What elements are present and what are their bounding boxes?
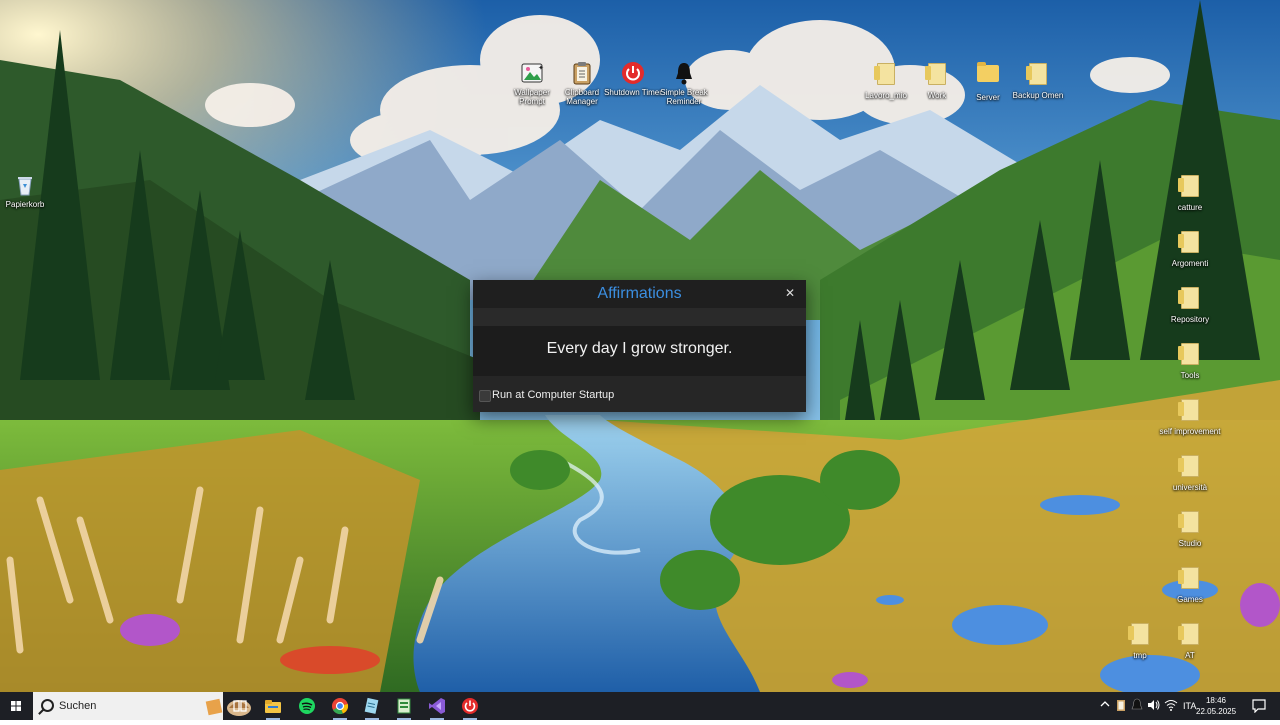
chrome-icon xyxy=(332,698,349,715)
folder-icon xyxy=(1177,623,1203,649)
startup-checkbox-label[interactable]: Run at Computer Startup xyxy=(492,389,614,401)
window-title: Affirmations xyxy=(597,285,682,302)
language-indicator[interactable]: ITA xyxy=(1183,701,1196,711)
taskbar-spreadsheet[interactable] xyxy=(394,696,414,720)
affirmations-window: Affirmations ✕ Every day I grow stronger… xyxy=(473,280,806,412)
desktop-icon-argomenti[interactable]: Argomenti xyxy=(1159,228,1221,268)
tray-overflow-button[interactable] xyxy=(1100,698,1110,712)
folder-icon xyxy=(1177,399,1203,425)
taskbar-spotify[interactable] xyxy=(297,696,317,716)
window-footer: Run at Computer Startup xyxy=(473,376,806,412)
task-view-icon xyxy=(233,700,247,712)
tray-volume[interactable] xyxy=(1147,698,1161,714)
folder-icon xyxy=(1177,231,1203,257)
search-placeholder: Suchen xyxy=(59,700,97,712)
desktop-icon-self-improvement[interactable]: self improvement xyxy=(1159,396,1221,436)
taskbar-search-box[interactable]: Suchen xyxy=(33,692,251,720)
recycle-bin-icon xyxy=(12,172,38,198)
notification-icon xyxy=(1252,699,1266,714)
taskbar-visual-studio[interactable] xyxy=(427,696,447,720)
taskbar-shutdown-timer[interactable] xyxy=(460,696,480,720)
start-button[interactable] xyxy=(0,692,32,720)
header-band xyxy=(473,308,806,326)
folder-icon xyxy=(924,63,950,89)
folder-icon xyxy=(1177,343,1203,369)
taskbar-clock[interactable]: 18:46 22.05.2025 xyxy=(1196,695,1236,717)
wallpaper-prompt-icon: ✦ xyxy=(519,60,545,86)
window-titlebar[interactable]: Affirmations ✕ xyxy=(473,280,806,308)
taskbar-notepad[interactable] xyxy=(362,696,382,720)
desktop-icon-label: Games xyxy=(1177,595,1203,604)
clipboard-icon xyxy=(569,60,595,86)
tray-clipboard[interactable] xyxy=(1116,698,1126,714)
visual-studio-icon xyxy=(429,698,445,714)
folder-icon xyxy=(1177,287,1203,313)
search-icon xyxy=(41,699,54,712)
desktop-icon-label: Papierkorb xyxy=(5,200,45,209)
desktop-icon-label: Backup Omen xyxy=(1012,91,1064,100)
close-icon: ✕ xyxy=(784,286,796,300)
close-button[interactable]: ✕ xyxy=(782,285,798,301)
taskbar: Suchen ITA 18:46 22.05.2025 xyxy=(0,692,1280,720)
svg-text:✦: ✦ xyxy=(538,64,544,72)
tray-bell[interactable] xyxy=(1131,698,1143,714)
affirmation-text: Every day I grow stronger. xyxy=(546,340,733,357)
desktop-icon-backup-omen[interactable]: Backup Omen xyxy=(1007,60,1069,100)
taskbar-chrome[interactable] xyxy=(330,696,350,720)
windows-logo-icon xyxy=(11,701,21,711)
desktop-icon-games[interactable]: Games xyxy=(1159,564,1221,604)
desktop-icon-label: catture xyxy=(1177,203,1203,212)
affirmation-panel: Every day I grow stronger. xyxy=(473,326,806,376)
bell-icon xyxy=(671,60,697,86)
desktop-icon-at[interactable]: AT xyxy=(1159,620,1221,660)
notifications-button[interactable] xyxy=(1252,699,1266,715)
desktop-icon-catture[interactable]: catture xyxy=(1159,172,1221,212)
desktop-icon-repository[interactable]: Repository xyxy=(1159,284,1221,324)
desktop-icon-recycle-bin[interactable]: Papierkorb xyxy=(0,172,56,209)
taskbar-file-explorer[interactable] xyxy=(263,696,283,720)
desktop-icon-tools[interactable]: Tools xyxy=(1159,340,1221,380)
desktop-icon-universita[interactable]: università xyxy=(1159,452,1221,492)
desktop-icon-label: AT xyxy=(1185,651,1195,660)
folder-icon xyxy=(873,63,899,89)
desktop-icon-label: Studio xyxy=(1178,539,1202,548)
folder-icon xyxy=(975,62,1001,91)
desktop-icon-label: università xyxy=(1172,483,1208,492)
desktop-icon-label: Simple Break Reminder xyxy=(660,88,708,106)
power-icon xyxy=(620,60,646,86)
folder-icon xyxy=(1177,567,1203,593)
clock-date: 22.05.2025 xyxy=(1196,707,1237,716)
folder-icon xyxy=(1177,175,1203,201)
notepad-icon xyxy=(364,697,379,714)
folder-icon xyxy=(1127,623,1153,649)
desktop-icon-label: Tools xyxy=(1180,371,1200,380)
speaker-icon xyxy=(1148,700,1160,710)
desktop-icon-label: Repository xyxy=(1170,315,1210,324)
spreadsheet-icon xyxy=(397,698,411,714)
desktop-icon-simple-break-reminder[interactable]: Simple Break Reminder xyxy=(653,60,715,106)
tray-network[interactable] xyxy=(1164,698,1178,714)
folder-icon xyxy=(1025,63,1051,89)
desktop-icon-label: self improvement xyxy=(1159,427,1221,436)
shutdown-timer-icon xyxy=(462,698,478,714)
folder-icon xyxy=(1177,511,1203,537)
file-explorer-icon xyxy=(265,700,281,713)
clock-time: 18:46 xyxy=(1205,696,1227,705)
clipboard-icon xyxy=(1117,700,1125,711)
task-view-button[interactable] xyxy=(230,696,250,716)
desktop-icon-studio[interactable]: Studio xyxy=(1159,508,1221,548)
folder-icon xyxy=(1177,455,1203,481)
wifi-icon xyxy=(1164,700,1178,711)
chevron-up-icon xyxy=(1100,701,1110,707)
spotify-icon xyxy=(299,698,315,714)
bell-icon xyxy=(1131,698,1143,710)
desktop-icon-label: Argomenti xyxy=(1171,259,1209,268)
startup-checkbox[interactable] xyxy=(479,390,491,402)
